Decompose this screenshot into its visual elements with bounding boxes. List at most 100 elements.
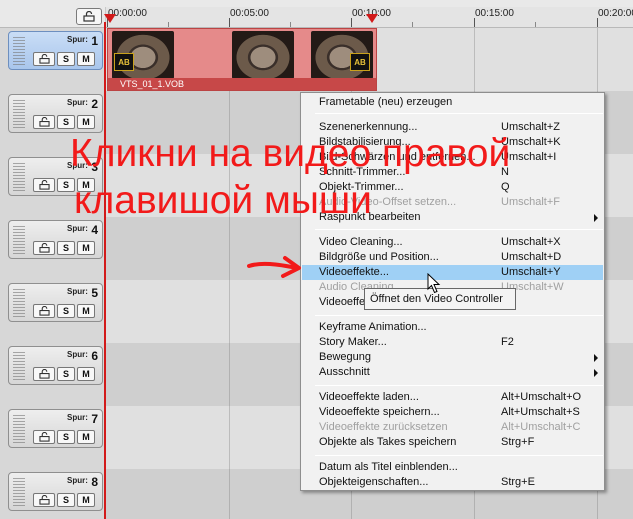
- ruler-timecode: 00:15:00: [475, 8, 514, 19]
- track-grip-icon[interactable]: [13, 163, 25, 192]
- track-grip-icon[interactable]: [13, 37, 25, 66]
- track-solo-button[interactable]: S: [57, 493, 75, 507]
- menu-item-keyframe-animation[interactable]: Keyframe Animation...: [302, 320, 603, 335]
- ruler-subtick: [290, 22, 291, 27]
- menu-item-bildgroesse[interactable]: Bildgröße und Position... Umschalt+D: [302, 250, 603, 265]
- track-lock-button[interactable]: [33, 304, 55, 318]
- track-grip-icon[interactable]: [13, 289, 25, 318]
- track-mute-button[interactable]: M: [77, 367, 95, 381]
- submenu-arrow-icon: [594, 214, 598, 222]
- track-spur-label: Spur:: [67, 350, 88, 359]
- track-header-5[interactable]: Spur: 5 S M: [8, 283, 103, 322]
- instruction-annotation: Кликни на видео правой клавишой мыши: [70, 130, 510, 224]
- track-number: 5: [91, 286, 98, 300]
- menu-item-datum-titel[interactable]: Datum als Titel einblenden...: [302, 460, 603, 475]
- out-marker[interactable]: [366, 14, 378, 23]
- ruler-subtick: [412, 22, 413, 27]
- track-mute-button[interactable]: M: [77, 52, 95, 66]
- track-spur-label: Spur:: [67, 287, 88, 296]
- track-lock-button[interactable]: [33, 367, 55, 381]
- track-number: 2: [91, 97, 98, 111]
- annotation-arrow-icon: [247, 256, 301, 278]
- track-lock-button[interactable]: [33, 178, 55, 192]
- timeline-ruler[interactable]: 00:00:00 00:05:00 00:10:00 00:15:00 00:2…: [0, 0, 633, 28]
- track-spur-label: Spur:: [67, 476, 88, 485]
- track-solo-button[interactable]: S: [57, 52, 75, 66]
- playhead[interactable]: [104, 22, 106, 519]
- track-number: 1: [91, 34, 98, 48]
- track-solo-button[interactable]: S: [57, 304, 75, 318]
- track-lock-button[interactable]: [33, 493, 55, 507]
- grid-line: [229, 28, 230, 519]
- track-lock-button[interactable]: [33, 430, 55, 444]
- ruler-tick: [229, 18, 230, 27]
- lock-icon: [38, 243, 50, 253]
- menu-separator: [315, 315, 603, 316]
- ruler-lock-button[interactable]: [76, 8, 102, 25]
- ruler-tick: [474, 18, 475, 27]
- track-number: 7: [91, 412, 98, 426]
- lock-icon: [38, 432, 50, 442]
- ruler-timecode: 00:05:00: [230, 8, 269, 19]
- menu-item-objekteigenschaften[interactable]: Objekteigenschaften... Strg+E: [302, 475, 603, 490]
- lock-icon: [38, 306, 50, 316]
- menu-item-effekte-speichern[interactable]: Videoeffekte speichern... Alt+Umschalt+S: [302, 405, 603, 420]
- track-header-6[interactable]: Spur: 6 S M: [8, 346, 103, 385]
- track-number: 4: [91, 223, 98, 237]
- menu-item-videoeffekte[interactable]: Videoeffekte... Umschalt+Y: [302, 265, 603, 280]
- lock-icon: [38, 117, 50, 127]
- track-header-2[interactable]: Spur: 2 S M: [8, 94, 103, 133]
- track-mute-button[interactable]: M: [77, 493, 95, 507]
- track-lock-button[interactable]: [33, 115, 55, 129]
- lock-icon: [83, 11, 95, 22]
- ab-badge-icon: AB: [114, 53, 134, 71]
- track-grip-icon[interactable]: [13, 226, 25, 255]
- clip-thumbnail: [232, 31, 294, 79]
- track-grip-icon[interactable]: [13, 100, 25, 129]
- menu-separator: [315, 229, 603, 230]
- track-header-4[interactable]: Spur: 4 S M: [8, 220, 103, 259]
- menu-separator: [315, 385, 603, 386]
- track-mute-button[interactable]: M: [77, 430, 95, 444]
- ruler-subtick: [535, 22, 536, 27]
- menu-item-frametable[interactable]: Frametable (neu) erzeugen: [302, 95, 603, 110]
- annotation-line-1: Кликни на видео правой: [70, 132, 511, 175]
- menu-item-bewegung[interactable]: Bewegung: [302, 350, 603, 365]
- menu-separator: [315, 113, 603, 114]
- menu-item-video-cleaning[interactable]: Video Cleaning... Umschalt+X: [302, 235, 603, 250]
- track-lock-button[interactable]: [33, 241, 55, 255]
- track-mute-button[interactable]: M: [77, 304, 95, 318]
- track-spur-label: Spur:: [67, 98, 88, 107]
- track-grip-icon[interactable]: [13, 415, 25, 444]
- track-number: 8: [91, 475, 98, 489]
- menu-item-takes-speichern[interactable]: Objekte als Takes speichern Strg+F: [302, 435, 603, 450]
- menu-item-ausschnitt[interactable]: Ausschnitt: [302, 365, 603, 380]
- ruler-tick: [351, 18, 352, 27]
- track-solo-button[interactable]: S: [57, 115, 75, 129]
- clip-name: VTS_01_1.VOB: [120, 79, 185, 89]
- track-lock-button[interactable]: [33, 52, 55, 66]
- menu-item-effekte-zuruecksetzen: Videoeffekte zurücksetzen Alt+Umschalt+C: [319, 421, 581, 433]
- track-grip-icon[interactable]: [13, 352, 25, 381]
- track-header-1[interactable]: Spur: 1 S M: [8, 31, 103, 70]
- annotation-line-2: клавишой мыши: [74, 179, 372, 222]
- menu-item-effekte-laden[interactable]: Videoeffekte laden... Alt+Umschalt+O: [302, 390, 603, 405]
- submenu-arrow-icon: [594, 369, 598, 377]
- submenu-arrow-icon: [594, 354, 598, 362]
- lock-icon: [38, 495, 50, 505]
- lock-icon: [38, 369, 50, 379]
- track-solo-button[interactable]: S: [57, 241, 75, 255]
- track-mute-button[interactable]: M: [77, 115, 95, 129]
- track-header-8[interactable]: Spur: 8 S M: [8, 472, 103, 511]
- ruler-tick: [597, 18, 598, 27]
- video-clip[interactable]: AB AB VTS_01_1.VOB: [107, 28, 377, 91]
- menu-item-story-maker[interactable]: Story Maker... F2: [302, 335, 603, 350]
- track-spur-label: Spur:: [67, 224, 88, 233]
- track-header-7[interactable]: Spur: 7 S M: [8, 409, 103, 448]
- track-solo-button[interactable]: S: [57, 367, 75, 381]
- track-solo-button[interactable]: S: [57, 430, 75, 444]
- track-grip-icon[interactable]: [13, 478, 25, 507]
- mouse-cursor-icon: [427, 273, 441, 294]
- ruler-timecode: 00:20:00: [598, 8, 633, 19]
- track-mute-button[interactable]: M: [77, 241, 95, 255]
